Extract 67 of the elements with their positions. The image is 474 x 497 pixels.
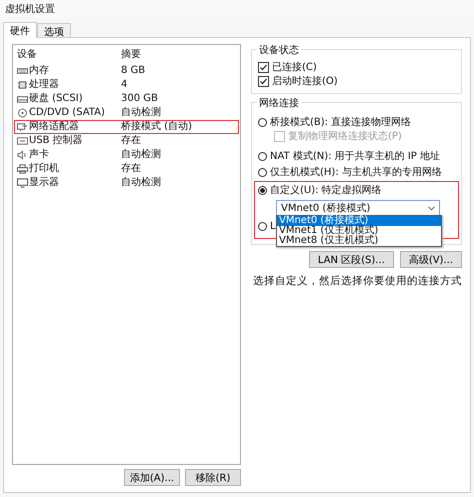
monitor-icon [17, 178, 28, 188]
checkbox-label: 启动时连接(O) [272, 74, 338, 88]
checkbox-label: 已连接(C) [272, 60, 317, 74]
radio-button[interactable] [258, 152, 267, 160]
memory-icon [17, 66, 28, 76]
dropdown-option[interactable]: VMnet1 (仅主机模式) [277, 226, 441, 236]
radio-button[interactable] [258, 168, 267, 176]
device-row[interactable]: 显示器 自动检测 [14, 176, 239, 190]
device-name: 打印机 [29, 163, 59, 175]
device-row[interactable]: 声卡 自动检测 [14, 148, 239, 162]
device-name: 硬盘 (SCSI) [29, 93, 83, 105]
speaker-icon [17, 150, 28, 160]
device-name: 内存 [29, 65, 49, 77]
column-header: 设备 [16, 49, 38, 61]
radio-button[interactable] [258, 186, 267, 194]
column-header: 摘要 [121, 49, 142, 61]
device-summary: 存在 [121, 135, 142, 147]
disc-icon [17, 108, 28, 118]
radio-label: 桥接模式(B): 直接连接物理网络 [270, 116, 412, 129]
dropdown-option[interactable]: VMnet0 (桥接模式) [277, 216, 441, 226]
device-summary: 自动检测 [121, 149, 162, 161]
checkbox-label: 复制物理网络连接状态(P) [288, 130, 402, 143]
checkbox[interactable] [258, 76, 269, 86]
hint-text: 选择自定义，然后选择你要使用的连接方式 [253, 274, 462, 288]
device-name: USB 控制器 [29, 135, 83, 147]
network-dropdown[interactable]: VMnet0 (桥接模式) [276, 200, 440, 216]
dialog-button[interactable]: LAN 区段(S)... [308, 251, 394, 268]
device-row[interactable]: 处理器 4 [14, 78, 239, 92]
device-row[interactable]: 网络适配器 桥接模式 (自动) [14, 120, 239, 134]
processor-icon [17, 80, 28, 90]
device-row[interactable]: 打印机 存在 [14, 162, 239, 176]
radio-label: 自定义(U): 特定虚拟网络 [270, 184, 382, 197]
device-summary: 自动检测 [121, 177, 162, 189]
window-title: 虚拟机设置 [5, 4, 55, 15]
tab[interactable]: 硬件 [3, 22, 37, 38]
device-name: 处理器 [29, 79, 59, 91]
device-row[interactable]: USB 控制器 存在 [14, 134, 239, 148]
device-summary: 300 GB [121, 93, 159, 105]
checkbox[interactable] [258, 62, 269, 72]
device-summary: 8 GB [121, 65, 146, 77]
radio-label: 仅主机模式(H): 与主机共享的专用网络 [270, 166, 442, 179]
dialog-button[interactable]: 移除(R) [185, 469, 241, 486]
radio-button[interactable] [258, 118, 267, 126]
printer-icon [17, 164, 28, 174]
device-row[interactable]: CD/DVD (SATA) 自动检测 [14, 106, 239, 120]
device-name: 网络适配器 [29, 121, 79, 133]
device-row[interactable]: 内存 8 GB [14, 64, 239, 78]
radio-label: L [270, 220, 276, 232]
device-summary: 存在 [121, 163, 142, 175]
dropdown-option[interactable]: VMnet8 (仅主机模式) [277, 236, 441, 246]
group-title: 网络连接 [257, 96, 301, 110]
dialog-button[interactable]: 高级(V)... [400, 251, 462, 268]
group-title: 设备状态 [257, 43, 301, 57]
radio-button[interactable] [258, 222, 267, 230]
device-name: CD/DVD (SATA) [29, 107, 105, 119]
dialog-button[interactable]: 添加(A)... [124, 469, 180, 486]
device-name: 声卡 [29, 149, 49, 161]
caret-icon [428, 206, 435, 210]
device-summary: 桥接模式 (自动) [121, 121, 193, 133]
usb-icon [17, 136, 28, 146]
device-summary: 自动检测 [121, 107, 162, 119]
tab[interactable]: 选项 [37, 23, 71, 37]
device-name: 显示器 [29, 177, 59, 189]
radio-label: NAT 模式(N): 用于共享主机的 IP 地址 [270, 150, 440, 163]
device-summary: 4 [121, 79, 128, 91]
device-row[interactable]: 硬盘 (SCSI) 300 GB [14, 92, 239, 106]
network-icon [17, 122, 28, 132]
